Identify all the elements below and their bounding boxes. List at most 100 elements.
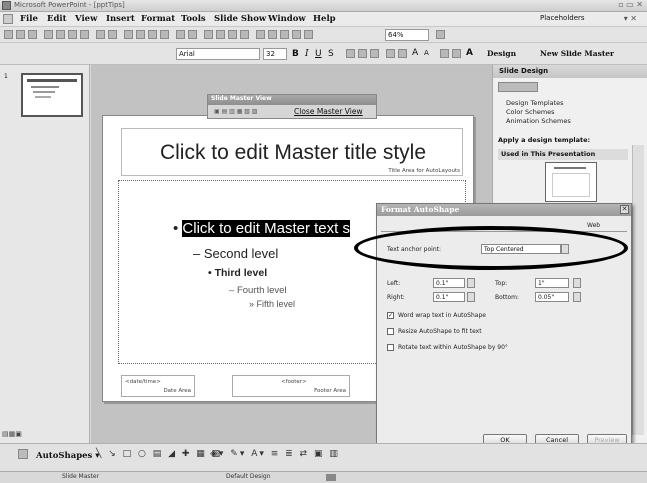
zoom-select[interactable]: 64% — [385, 29, 429, 41]
rotate-checkbox[interactable] — [387, 344, 394, 351]
new-icon[interactable] — [4, 30, 13, 39]
left-spinner[interactable] — [467, 278, 475, 288]
footer-placeholder[interactable]: <footer> Footer Area — [232, 375, 350, 397]
expand-all-icon[interactable] — [256, 30, 265, 39]
rotate-label: Rotate text within AutoShape by 90° — [398, 344, 508, 351]
status-bar: Slide Master Default Design — [0, 471, 647, 483]
menu-window[interactable]: Window — [268, 14, 306, 24]
bottom-margin-input[interactable]: 0.05" — [535, 292, 569, 302]
right-margin-input[interactable]: 0.1" — [433, 292, 465, 302]
research-icon[interactable] — [108, 30, 117, 39]
top-spinner[interactable] — [573, 278, 581, 288]
bottom-spinner[interactable] — [573, 292, 581, 302]
insert-table-icon[interactable] — [240, 30, 249, 39]
menu-format[interactable]: Format — [141, 14, 175, 24]
link-design-templates[interactable]: Design Templates — [506, 99, 564, 107]
print-icon[interactable] — [68, 30, 77, 39]
dialog-close-icon[interactable]: ✕ — [620, 205, 629, 214]
pane-nav-icons[interactable] — [498, 82, 538, 92]
chart-icon[interactable] — [204, 30, 213, 39]
copy-icon[interactable] — [136, 30, 145, 39]
format-painter-icon[interactable] — [160, 30, 169, 39]
font-color-icon[interactable]: A — [466, 48, 473, 58]
draw-menu-icon[interactable] — [18, 449, 28, 459]
help-icon[interactable] — [436, 30, 445, 39]
menu-edit[interactable]: Edit — [47, 14, 67, 24]
new-slide-master-button[interactable]: New Slide Master — [540, 49, 614, 58]
window-controls[interactable]: ▫ ▭ ✕ — [618, 0, 643, 9]
increase-indent-icon[interactable] — [452, 49, 461, 58]
menu-insert[interactable]: Insert — [106, 14, 135, 24]
grid-icon[interactable] — [280, 30, 289, 39]
spelling-icon[interactable] — [96, 30, 105, 39]
increase-font-icon[interactable]: A — [412, 48, 418, 58]
close-master-view-button[interactable]: Close Master View — [294, 107, 363, 116]
open-icon[interactable] — [16, 30, 25, 39]
numbering-icon[interactable] — [386, 49, 395, 58]
left-margin-input[interactable]: 0.1" — [433, 278, 465, 288]
date-area-label: Date Area — [163, 388, 191, 394]
level-4-text: Fourth level — [236, 285, 287, 296]
color-tools-icons[interactable]: ◈▾ ✎▾ A▾ ≡ ≣ ⇄ ▣ ▥ — [210, 449, 340, 459]
title-placeholder[interactable]: Click to edit Master title style Title A… — [121, 128, 463, 176]
design-button[interactable]: Design — [487, 49, 516, 58]
align-left-icon[interactable] — [346, 49, 355, 58]
color-grayscale-icon[interactable] — [292, 30, 301, 39]
preview-icon[interactable] — [80, 30, 89, 39]
view-dropdown[interactable]: Placeholders — [540, 14, 585, 22]
menu-bar: File Edit View Insert Format Tools Slide… — [0, 12, 647, 27]
menu-help[interactable]: Help — [313, 14, 336, 24]
drawing-tools-icons[interactable]: ╲ ↘ □ ○ ▤ ◢ ✚ ▦ ▧ — [96, 449, 222, 459]
tables-borders-icon[interactable] — [228, 30, 237, 39]
font-size-select[interactable]: 32 — [263, 48, 287, 60]
title-bar: Microsoft PowerPoint - [pptTips] ▫ ▭ ✕ — [0, 0, 647, 12]
document-icon[interactable] — [3, 14, 13, 24]
date-placeholder[interactable]: <date/time> Date Area — [121, 375, 195, 397]
link-animation-schemes[interactable]: Animation Schemes — [506, 117, 571, 125]
decrease-font-icon[interactable]: A — [424, 49, 429, 57]
right-spinner[interactable] — [467, 292, 475, 302]
paste-icon[interactable] — [148, 30, 157, 39]
align-right-icon[interactable] — [370, 49, 379, 58]
permission-icon[interactable] — [44, 30, 53, 39]
link-color-schemes[interactable]: Color Schemes — [506, 108, 555, 116]
save-icon[interactable] — [28, 30, 37, 39]
formatting-icon[interactable] — [268, 30, 277, 39]
undo-icon[interactable] — [176, 30, 185, 39]
bold-button[interactable]: B — [292, 49, 299, 59]
decrease-indent-icon[interactable] — [440, 49, 449, 58]
menu-tools[interactable]: Tools — [181, 14, 206, 24]
master-title-text: Click to edit Master title style — [159, 141, 427, 164]
close-doc-icon[interactable]: ▾ ✕ — [624, 14, 637, 23]
redo-icon[interactable] — [188, 30, 197, 39]
master-text-level-1: • Click to edit Master text s — [173, 220, 350, 237]
standard-toolbar: 64% — [0, 27, 647, 43]
word-wrap-checkbox[interactable]: ✓ — [387, 312, 394, 319]
table-icon[interactable] — [216, 30, 225, 39]
menu-file[interactable]: File — [20, 14, 38, 24]
master-tools-icons[interactable]: ▣ ▤ ▥ ▦ ▧ ▨ — [214, 108, 288, 116]
slide-master-view-toolbar[interactable]: Slide Master View ▣ ▤ ▥ ▦ ▧ ▨ Close Mast… — [207, 94, 377, 119]
italic-button[interactable]: I — [305, 49, 309, 59]
font-select[interactable]: Arial — [176, 48, 260, 60]
email-icon[interactable] — [56, 30, 65, 39]
slide-thumbnail[interactable] — [21, 73, 83, 117]
resize-checkbox[interactable] — [387, 328, 394, 335]
tab-web[interactable]: Web — [587, 222, 600, 229]
shadow-button[interactable]: S — [328, 49, 334, 59]
task-pane-scrollbar[interactable] — [632, 145, 644, 435]
view-buttons[interactable]: ▤▦▣ — [2, 430, 62, 439]
autoshapes-button[interactable]: AutoShapes ▾ — [36, 451, 100, 461]
bullets-icon[interactable] — [398, 49, 407, 58]
cut-icon[interactable] — [124, 30, 133, 39]
show-formatting-icon[interactable] — [304, 30, 313, 39]
app-icon — [2, 1, 11, 10]
menu-view[interactable]: View — [75, 14, 97, 24]
design-template-thumbnail[interactable] — [545, 162, 597, 202]
level-2-text: Second level — [203, 246, 279, 261]
center-icon[interactable] — [358, 49, 367, 58]
menu-slide-show[interactable]: Slide Show — [214, 14, 266, 24]
left-label: Left: — [387, 280, 401, 287]
top-margin-input[interactable]: 1" — [535, 278, 569, 288]
underline-button[interactable]: U — [315, 49, 322, 59]
